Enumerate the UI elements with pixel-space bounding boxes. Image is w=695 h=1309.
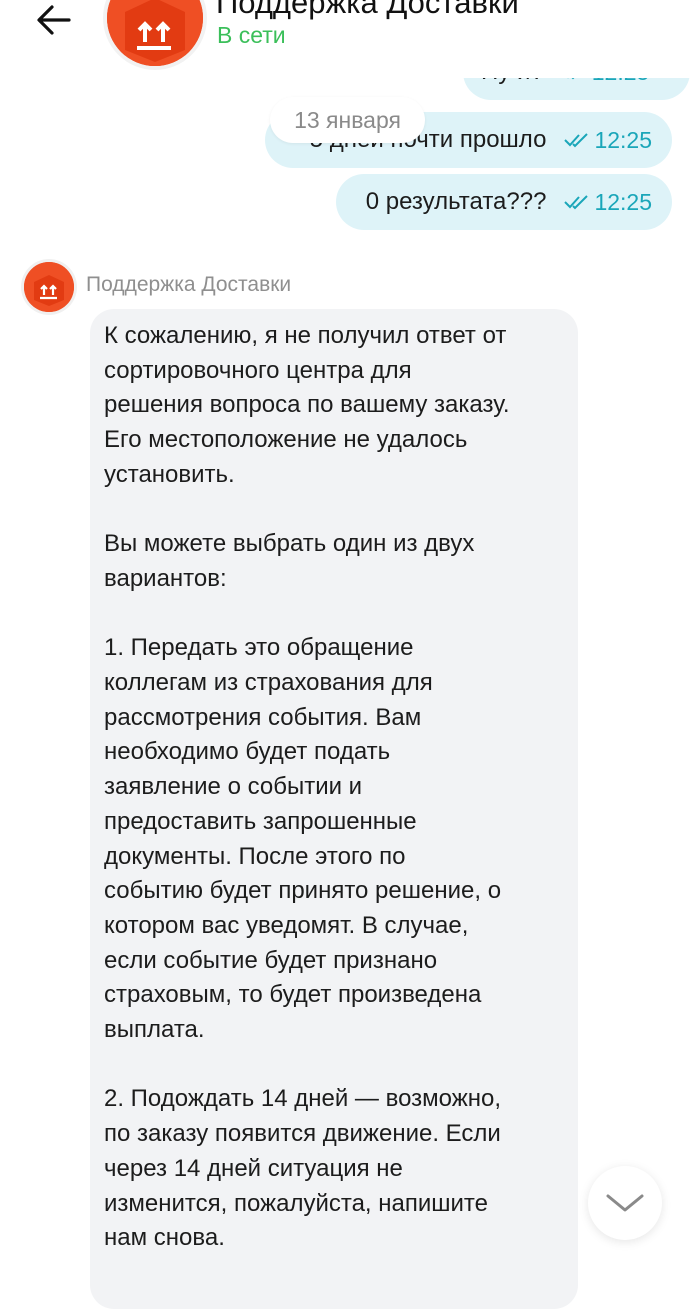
message-time: 12:25 (564, 189, 652, 216)
arrow-left-icon (37, 5, 71, 35)
sender-name: Поддержка Доставки (86, 273, 292, 296)
chevron-down-icon (606, 1194, 644, 1212)
message-outgoing[interactable]: 0 результата??? 12:25 (336, 174, 672, 230)
message-time: 12:25 (564, 127, 652, 154)
date-separator: 13 января (270, 97, 425, 143)
message-text: 0 результата??? (365, 188, 547, 215)
back-button[interactable] (28, 0, 80, 40)
box-logo-icon (107, 0, 203, 66)
double-check-icon (564, 133, 589, 148)
online-status: В сети (217, 22, 286, 48)
chat-header: Поддержка Доставки В сети (0, 0, 695, 78)
message-text: К сожалению, я не получил ответ от сорти… (104, 322, 510, 1252)
scroll-down-button[interactable] (588, 1166, 662, 1240)
box-logo-icon (24, 262, 74, 312)
sender-avatar[interactable] (24, 262, 74, 312)
double-check-icon (564, 195, 589, 210)
message-incoming[interactable]: К сожалению, я не получил ответ от сорти… (90, 309, 578, 1309)
chat-avatar[interactable] (107, 0, 203, 66)
chat-title: Поддержка Доставки (216, 0, 519, 20)
chat-messages: Ну и? 12:25 5 дней почти прошло 12:25 0 … (0, 0, 695, 1309)
